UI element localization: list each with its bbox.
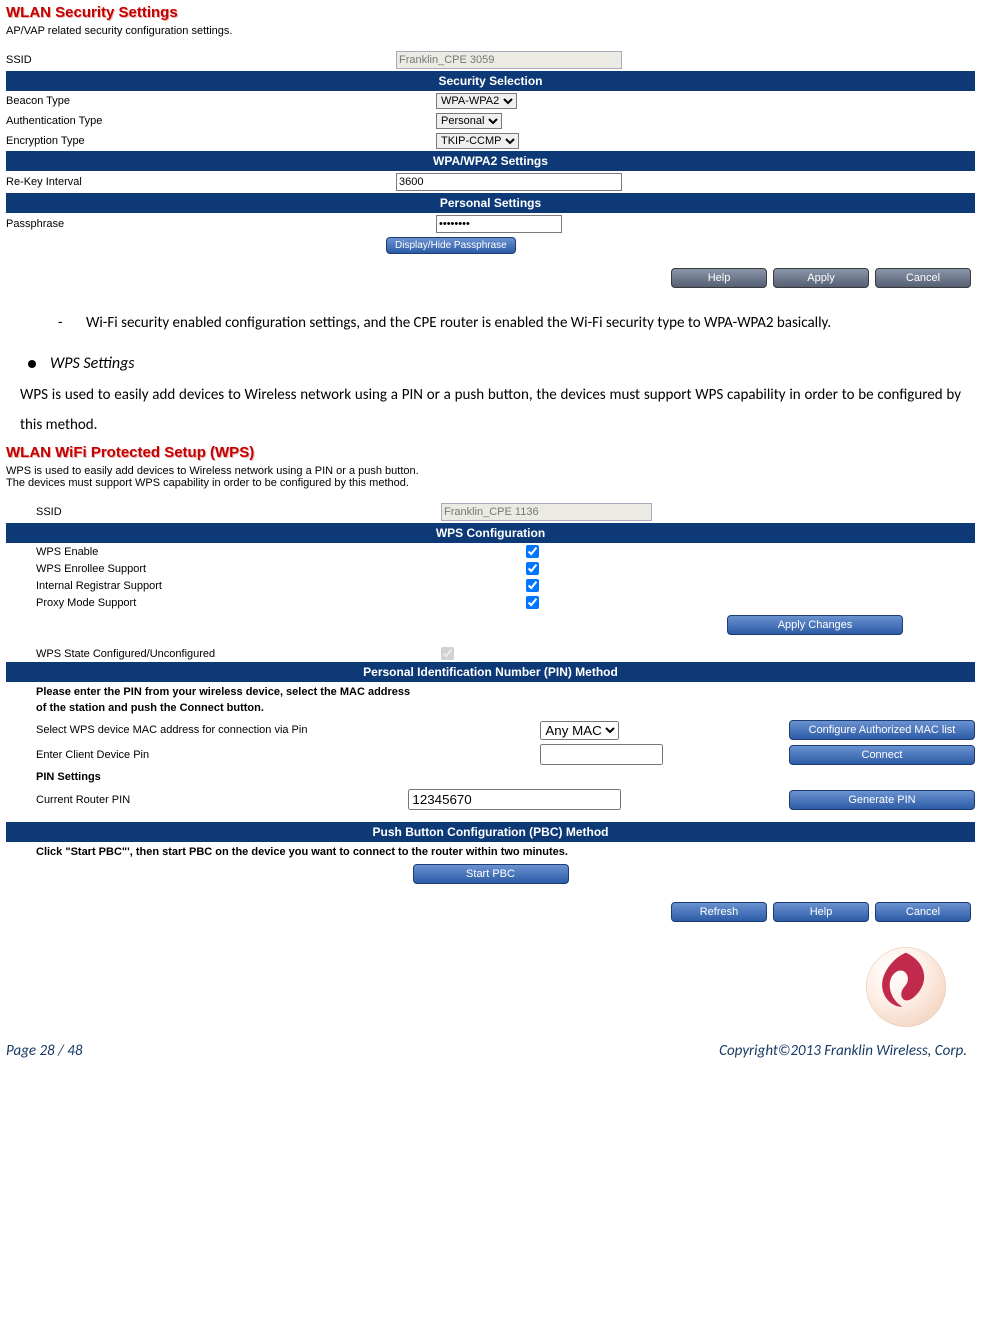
wps-enrollee-label: WPS Enrollee Support (6, 563, 526, 575)
rekey-label: Re-Key Interval (6, 176, 396, 188)
ssid-field (396, 51, 622, 69)
wps-ssid-field (441, 503, 652, 521)
client-pin-label: Enter Client Device Pin (6, 749, 540, 761)
page-footer: Page 28 / 48 Copyright©2013 Franklin Wir… (0, 1032, 981, 1064)
section-bar-personal: Personal Settings (6, 193, 975, 213)
client-pin-field[interactable] (540, 744, 663, 765)
help-button[interactable]: Help (671, 268, 767, 288)
router-pin-field (408, 789, 621, 810)
display-hide-button[interactable]: Display/Hide Passphrase (386, 237, 516, 254)
pin-settings-label: PIN Settings (6, 767, 975, 787)
wps-enrollee-checkbox[interactable] (526, 562, 539, 575)
wps-title: WLAN WiFi Protected Setup (WPS) (6, 444, 975, 461)
section-bar-pin: Personal Identification Number (PIN) Met… (6, 662, 975, 682)
refresh-button[interactable]: Refresh (671, 902, 767, 922)
pin-instruction2: of the station and push the Connect butt… (6, 702, 975, 718)
wps-state-checkbox (441, 647, 454, 660)
wps-paragraph: WPS is used to easily add devices to Wir… (20, 380, 961, 440)
auth-select[interactable]: Personal (436, 113, 502, 129)
pbc-instruction: Click "Start PBC"', then start PBC on th… (6, 842, 975, 862)
section-bar-wpa: WPA/WPA2 Settings (6, 151, 975, 171)
wps-desc1: WPS is used to easily add devices to Wir… (6, 465, 975, 477)
round-bullet-icon (28, 360, 36, 368)
section-bar-security: Security Selection (6, 71, 975, 91)
connect-button[interactable]: Connect (789, 745, 975, 765)
auth-label: Authentication Type (6, 115, 436, 127)
rekey-field[interactable] (396, 173, 622, 191)
franklin-logo-icon (861, 942, 951, 1032)
section-bar-pbc: Push Button Configuration (PBC) Method (6, 822, 975, 842)
logo-container (0, 932, 981, 1032)
section-title: WLAN Security Settings (6, 4, 975, 21)
enc-select[interactable]: TKIP-CCMP (436, 133, 519, 149)
dash-bullet: - (58, 308, 86, 338)
wps-cancel-button[interactable]: Cancel (875, 902, 971, 922)
wps-proxy-label: Proxy Mode Support (6, 597, 526, 609)
configure-mac-button[interactable]: Configure Authorized MAC list (789, 720, 975, 740)
apply-button[interactable]: Apply (773, 268, 869, 288)
wps-state-label: WPS State Configured/Unconfigured (6, 648, 441, 660)
wps-enable-checkbox[interactable] (526, 545, 539, 558)
wps-enable-label: WPS Enable (6, 546, 526, 558)
start-pbc-button[interactable]: Start PBC (413, 864, 569, 884)
ssid-label: SSID (6, 54, 396, 66)
wps-proxy-checkbox[interactable] (526, 596, 539, 609)
pass-label: Passphrase (6, 218, 436, 230)
pass-field[interactable] (436, 215, 562, 233)
wps-registrar-label: Internal Registrar Support (6, 580, 526, 592)
wps-desc2: The devices must support WPS capability … (6, 477, 975, 489)
document-text: - Wi-Fi security enabled configuration s… (0, 298, 981, 440)
wps-registrar-checkbox[interactable] (526, 579, 539, 592)
generate-pin-button[interactable]: Generate PIN (789, 790, 975, 810)
wps-heading: WPS Settings (50, 348, 135, 380)
wps-help-button[interactable]: Help (773, 902, 869, 922)
doc-paragraph: Wi-Fi security enabled configuration set… (86, 308, 961, 338)
mac-label: Select WPS device MAC address for connec… (6, 724, 540, 736)
enc-label: Encryption Type (6, 135, 436, 147)
router-pin-label: Current Router PIN (6, 794, 408, 806)
beacon-select[interactable]: WPA-WPA2 (436, 93, 517, 109)
wlan-wps-screenshot: WLAN WiFi Protected Setup (WPS) WPS is u… (0, 440, 981, 932)
wlan-security-screenshot: WLAN Security Settings AP/VAP related se… (0, 0, 981, 298)
section-bar-wpsconf: WPS Configuration (6, 523, 975, 543)
beacon-label: Beacon Type (6, 95, 436, 107)
apply-changes-button[interactable]: Apply Changes (727, 615, 903, 635)
pin-instruction1: Please enter the PIN from your wireless … (6, 682, 975, 702)
page-number: Page 28 / 48 (6, 1042, 82, 1060)
cancel-button[interactable]: Cancel (875, 268, 971, 288)
mac-select[interactable]: Any MAC (540, 721, 619, 740)
section-desc: AP/VAP related security configuration se… (6, 25, 975, 37)
copyright-text: Copyright©2013 Franklin Wireless, Corp. (719, 1042, 967, 1060)
wps-ssid-label: SSID (6, 506, 441, 518)
